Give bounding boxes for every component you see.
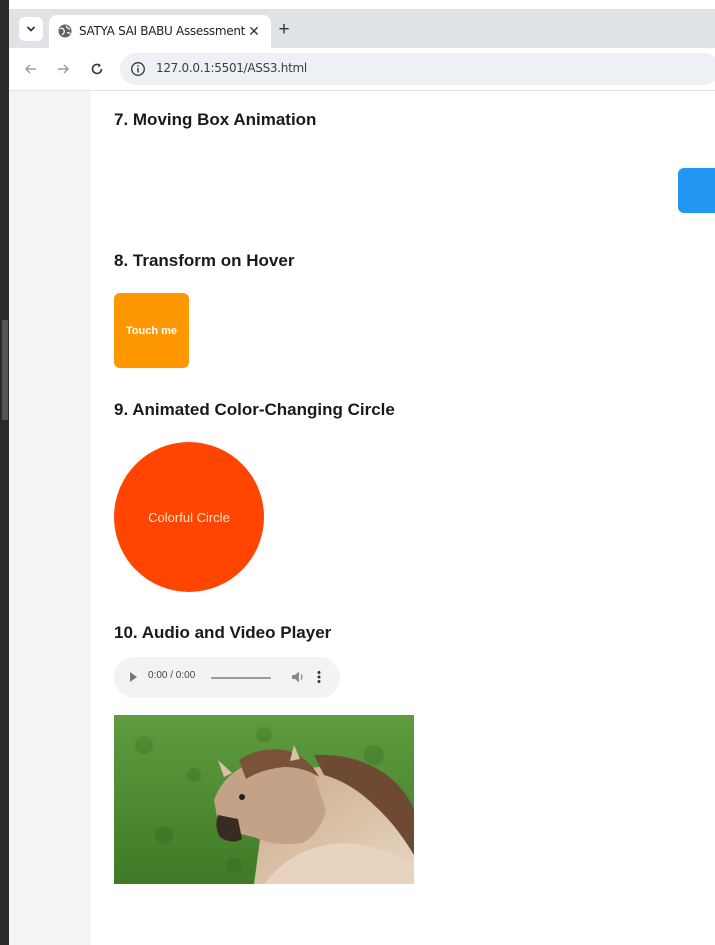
play-icon[interactable] — [130, 672, 137, 682]
video-player[interactable] — [114, 715, 414, 884]
moving-box-heading: 7. Moving Box Animation — [114, 110, 317, 129]
close-icon[interactable]: ✕ — [245, 22, 263, 40]
tab-title: SATYA SAI BABU Assessment — [79, 24, 246, 38]
touch-me-label: Touch me — [125, 324, 178, 337]
reload-icon[interactable] — [85, 57, 109, 81]
audio-player: 0:00 / 0:00 — [114, 657, 340, 698]
window-edge — [0, 0, 9, 945]
browser-toolbar: 127.0.0.1:5501/ASS3.html — [9, 48, 715, 91]
plus-icon[interactable]: + — [273, 19, 295, 41]
page-gutter — [9, 91, 91, 945]
circle-label: Colorful Circle — [148, 509, 230, 525]
volume-icon[interactable] — [290, 669, 306, 685]
tab-search-icon[interactable] — [19, 17, 43, 41]
transform-heading: 8. Transform on Hover — [114, 251, 295, 270]
window-edge-highlight — [2, 320, 8, 420]
address-bar[interactable]: 127.0.0.1:5501/ASS3.html — [120, 53, 715, 85]
horse-video-frame — [114, 715, 414, 884]
circle-heading: 9. Animated Color-Changing Circle — [114, 400, 395, 419]
color-circle: Colorful Circle — [114, 442, 264, 592]
back-arrow-icon[interactable] — [19, 57, 43, 81]
site-info-icon[interactable] — [130, 61, 146, 77]
url-text[interactable]: 127.0.0.1:5501/ASS3.html — [156, 61, 307, 75]
forward-arrow-icon[interactable] — [51, 57, 75, 81]
audio-time: 0:00 / 0:00 — [148, 670, 196, 681]
media-heading: 10. Audio and Video Player — [114, 623, 332, 642]
page-content: 7. Moving Box Animation 8. Transform on … — [9, 91, 715, 945]
browser-tab[interactable]: SATYA SAI BABU Assessment ✕ — [49, 15, 271, 48]
tab-strip: SATYA SAI BABU Assessment ✕ + — [9, 9, 715, 48]
globe-icon — [58, 24, 72, 38]
more-options-icon[interactable] — [314, 669, 324, 685]
touch-me-box[interactable]: Touch me — [114, 293, 189, 368]
audio-progress-slider[interactable] — [211, 677, 271, 679]
moving-box — [678, 168, 715, 213]
